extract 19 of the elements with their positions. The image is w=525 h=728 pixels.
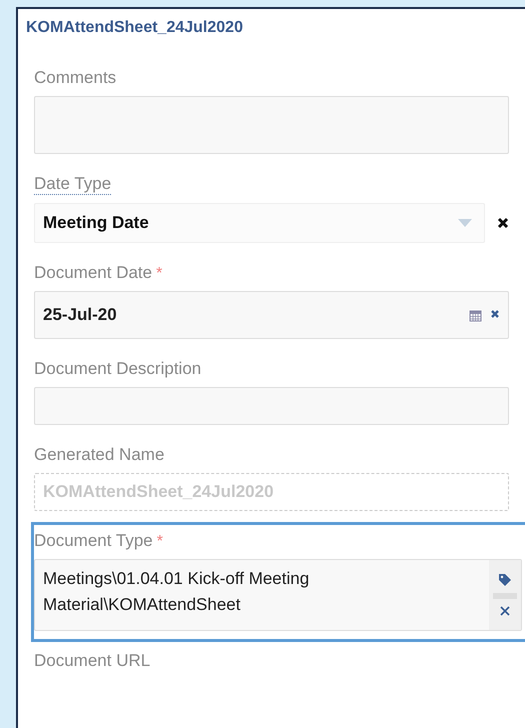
field-label: Generated Name [34, 445, 164, 465]
comments-field[interactable] [34, 96, 509, 154]
clear-icon[interactable] [490, 308, 500, 318]
clear-icon[interactable] [497, 217, 509, 229]
field-label: Date Type [34, 174, 112, 195]
required-mark: * [156, 533, 163, 550]
field-label: Document Description [34, 359, 202, 379]
panel-title: KOMAttendSheet_24Jul2020 [25, 18, 244, 38]
field-label: Document URL [34, 651, 150, 671]
document-type-field[interactable]: Meetings\01.04.01 Kick-off Meeting Material\KOMAttendSheet [34, 559, 522, 631]
date-type-select[interactable]: Meeting Date [34, 203, 485, 243]
tag-icon[interactable] [498, 573, 512, 587]
description-field[interactable] [34, 387, 509, 425]
field-label: Document Date [34, 263, 152, 283]
field-label: Comments [34, 68, 116, 88]
required-mark: * [156, 265, 162, 282]
calendar-icon[interactable] [469, 308, 482, 322]
date-field[interactable]: 25-Jul-20 [34, 291, 509, 339]
field-label: Document Type [34, 531, 153, 551]
